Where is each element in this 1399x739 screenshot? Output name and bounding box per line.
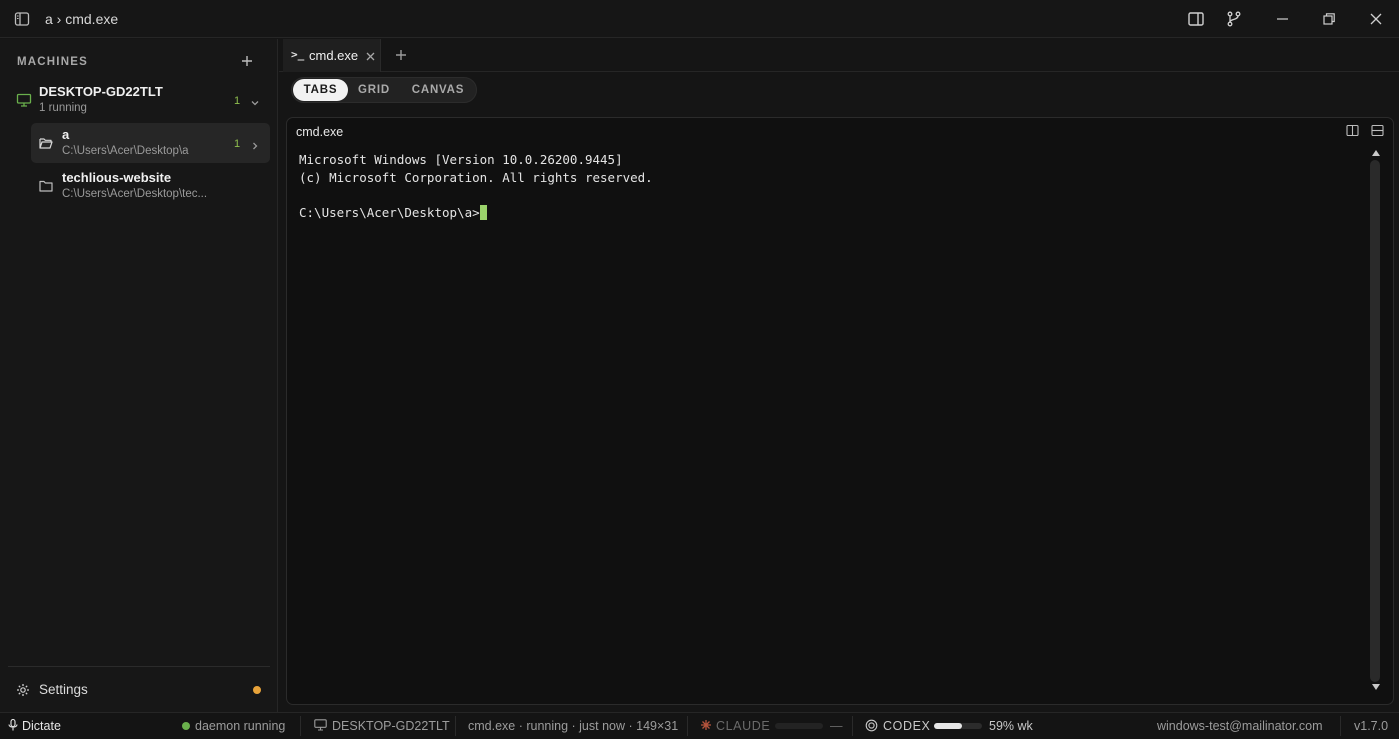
chevron-down-icon[interactable] [250,96,260,106]
terminal-prompt-icon: >_ [291,48,305,61]
split-panel-icon[interactable] [1187,10,1205,28]
scroll-down-arrow-icon[interactable] [1372,684,1380,690]
split-horizontal-icon[interactable] [1371,124,1384,137]
status-separator [455,716,456,736]
scroll-up-arrow-icon[interactable] [1372,150,1380,156]
folder-running-count: 1 [234,138,241,150]
codex-usage: CODEX [865,719,930,733]
status-dot-green [182,722,190,730]
minimize-icon[interactable] [1274,10,1292,28]
monitor-icon [16,92,32,108]
terminal-line: ​ [299,186,653,204]
session-info: cmd.exe · running · just now · 149×31 [468,719,679,733]
tab-cmd-exe[interactable]: >_ cmd.exe [283,39,381,72]
daemon-status-text: daemon running [195,719,286,733]
codex-logo-icon [865,719,878,732]
split-vertical-icon[interactable] [1346,124,1359,137]
codex-usage-value: 59% wk [989,719,1033,733]
daemon-status: daemon running [182,719,285,733]
status-separator [300,716,301,736]
view-mode-grid[interactable]: GRID [350,79,398,101]
terminal-output[interactable]: Microsoft Windows [Version 10.0.26200.94… [299,151,653,221]
sidebar-toggle-icon[interactable] [14,11,30,27]
claude-usage: CLAUDE [700,719,770,733]
sidebar-divider [8,666,270,667]
codex-usage-bar [934,723,982,729]
terminal-line: Microsoft Windows [Version 10.0.26200.94… [299,152,623,167]
claude-usage-value: — [830,719,843,733]
view-mode-switcher: TABS GRID CANVAS [291,77,477,103]
terminal-panel: cmd.exe Microsoft Windows [Version 10.0.… [286,117,1394,705]
folder-name: a [62,127,70,142]
codex-usage-bar-fill [934,723,963,729]
status-machine-name: DESKTOP-GD22TLT [332,719,450,733]
close-icon[interactable] [1367,10,1385,28]
terminal-prompt-line: C:\Users\Acer\Desktop\a> [299,204,653,222]
folder-open-icon [39,137,53,149]
machine-status-item[interactable]: DESKTOP-GD22TLT [314,719,450,733]
account-email[interactable]: windows-test@mailinator.com [1157,719,1323,733]
tab-label: cmd.exe [309,48,359,63]
settings-notification-dot [253,686,261,694]
breadcrumb: a › cmd.exe [45,11,119,27]
terminal-cursor [479,204,487,220]
folder-icon [39,180,53,192]
terminal-scrollbar[interactable] [1368,150,1382,692]
status-bar: Dictate daemon running DESKTOP-GD22TLT c… [0,712,1399,739]
plus-icon [396,50,406,60]
machine-item[interactable]: DESKTOP-GD22TLT 1 running 1 [8,83,270,119]
status-separator [852,716,853,736]
gear-icon [16,683,30,697]
status-separator [1340,716,1341,736]
add-machine-button[interactable] [238,52,256,70]
restore-icon[interactable] [1320,10,1338,28]
panel-title: cmd.exe [296,125,344,139]
folder-path: C:\Users\Acer\Desktop\tec... [62,188,208,200]
chevron-right-icon[interactable] [251,139,259,150]
machine-status: 1 running [39,102,87,114]
terminal-prompt: C:\Users\Acer\Desktop\a> [299,204,480,220]
settings-button[interactable]: Settings [10,677,268,703]
machines-section-title: MACHINES [17,56,88,68]
machine-running-count: 1 [234,95,241,107]
folder-name: techlious-website [62,170,172,185]
scrollbar-thumb[interactable] [1370,160,1380,682]
claude-usage-bar [775,723,823,729]
new-tab-button[interactable] [393,46,409,64]
git-branch-icon[interactable] [1225,10,1243,28]
sidebar: MACHINES DESKTOP-GD22TLT 1 running 1 a C… [0,39,278,712]
claude-label: CLAUDE [716,719,771,733]
close-tab-icon[interactable] [365,50,376,61]
app-version: v1.7.0 [1354,719,1389,733]
status-separator [687,716,688,736]
title-bar: a › cmd.exe [0,0,1399,38]
terminal-line: (c) Microsoft Corporation. All rights re… [299,169,653,185]
dictate-label: Dictate [22,719,61,733]
claude-logo-icon [701,720,711,730]
dictate-button[interactable]: Dictate [8,718,61,733]
monitor-icon [314,719,327,731]
folder-item-a[interactable]: a C:\Users\Acer\Desktop\a 1 [31,123,270,163]
view-mode-tabs[interactable]: TABS [293,79,348,101]
tab-strip: >_ cmd.exe [279,39,1399,72]
codex-label: CODEX [883,719,931,733]
view-mode-canvas[interactable]: CANVAS [402,79,474,101]
folder-path: C:\Users\Acer\Desktop\a [62,145,189,157]
plus-icon [242,56,252,66]
folder-item-techlious-website[interactable]: techlious-website C:\Users\Acer\Desktop\… [31,166,270,206]
settings-label: Settings [39,682,88,697]
microphone-icon [8,718,18,731]
machine-name: DESKTOP-GD22TLT [39,84,163,99]
